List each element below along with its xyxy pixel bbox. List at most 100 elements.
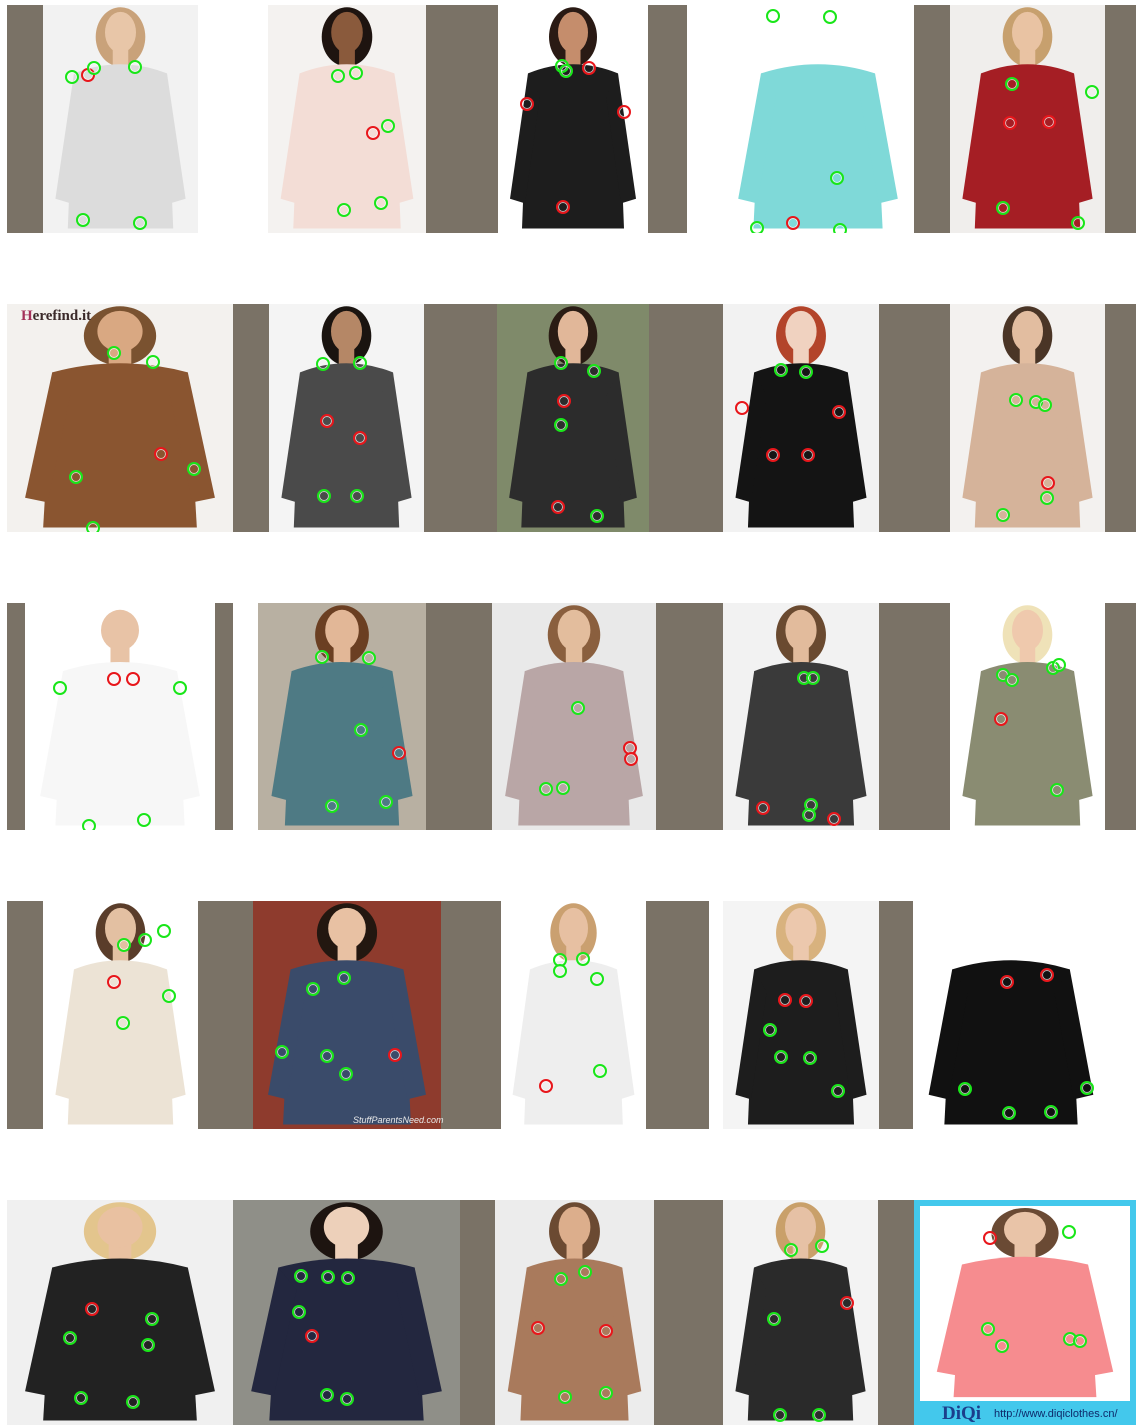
image-tile-r3c5[interactable] [950,603,1136,830]
keypoint-marker-green [292,1305,306,1319]
image-tile-r4c1[interactable] [7,901,253,1129]
keypoint-marker-green [65,70,79,84]
image-tile-r1c4[interactable] [723,5,913,233]
keypoint-marker-green [137,813,151,827]
keypoint-marker-green [74,1391,88,1405]
keypoint-marker-green [337,971,351,985]
image-tile-r2c3[interactable] [497,304,723,532]
keypoint-marker-green [1005,77,1019,91]
keypoint-marker-green [833,223,847,233]
keypoint-marker-green [815,1239,829,1253]
keypoint-marker-red [983,1231,997,1245]
keypoint-marker-green [599,1386,613,1400]
image-tile-r5c1[interactable] [7,1200,233,1425]
keypoint-marker-green [559,64,573,78]
keypoint-marker-green [341,1271,355,1285]
keypoint-marker-red [766,448,780,462]
keypoint-marker-green [995,1339,1009,1353]
keypoint-marker-red [320,414,334,428]
keypoint-marker-green [763,1023,777,1037]
keypoint-marker-red [1040,968,1054,982]
keypoint-marker-green [162,989,176,1003]
keypoint-marker-red [735,401,749,415]
image-tile-r2c4[interactable] [723,304,950,532]
keypoint-marker-green [806,671,820,685]
image-tile-r5c3[interactable] [460,1200,723,1425]
keypoint-marker-green [337,203,351,217]
keypoint-marker-green [590,509,604,523]
garment-photo [7,304,233,532]
keypoint-marker-green [86,521,100,532]
keypoint-marker-green [187,462,201,476]
keypoint-marker-green [146,355,160,369]
garment-photo [950,5,1105,233]
garment-photo [950,304,1105,532]
image-tile-r2c1[interactable]: Herefind.it [7,304,269,532]
diqi-url[interactable]: http://www.diqiclothes.cn/ [994,1408,1118,1420]
keypoint-marker-green [1040,491,1054,505]
keypoint-marker-red [366,126,380,140]
keypoint-marker-green [831,1084,845,1098]
keypoint-marker-red [840,1296,854,1310]
keypoint-marker-red [85,1302,99,1316]
keypoint-marker-red [556,200,570,214]
image-tile-r5c4[interactable] [723,1200,914,1425]
keypoint-marker-green [578,1265,592,1279]
image-tile-r3c1[interactable] [7,603,233,830]
image-tile-r4c2[interactable]: StuffParentsNeed.com [253,901,501,1129]
keypoint-marker-green [802,808,816,822]
keypoint-marker-green [362,651,376,665]
keypoint-marker-red [994,712,1008,726]
image-tile-r3c2[interactable] [258,603,460,830]
keypoint-marker-red [799,994,813,1008]
keypoint-marker-red [353,431,367,445]
diqi-logo: DiQi [942,1403,982,1424]
keypoint-marker-green [593,1064,607,1078]
keypoint-marker-green [173,681,187,695]
keypoint-marker-red [520,97,534,111]
keypoint-marker-green [803,1051,817,1065]
keypoint-marker-red [756,801,770,815]
keypoint-marker-green [316,357,330,371]
image-tile-r1c5[interactable] [914,5,1136,233]
image-tile-r5c5[interactable]: DiQi http://www.diqiclothes.cn/ [914,1200,1136,1425]
image-tile-r3c3[interactable] [460,603,723,830]
keypoint-marker-red [1042,115,1056,129]
image-tile-r1c3[interactable] [498,5,687,233]
keypoint-marker-green [374,196,388,210]
keypoint-marker-green [981,1322,995,1336]
keypoint-marker-green [1062,1225,1076,1239]
keypoint-marker-red [1003,116,1017,130]
keypoint-marker-green [558,1390,572,1404]
garment-photo [723,603,879,830]
keypoint-marker-green [1052,658,1066,672]
garment-photo [920,1206,1130,1401]
image-tile-r2c5[interactable] [950,304,1136,532]
image-tile-r1c1[interactable] [7,5,198,233]
image-tile-r4c4[interactable] [723,901,913,1129]
keypoint-marker-green [1050,783,1064,797]
keypoint-marker-red [305,1329,319,1343]
image-tile-r1c2[interactable] [268,5,499,233]
stuffparents-watermark: StuffParentsNeed.com [353,1115,444,1125]
image-tile-r4c5[interactable] [913,901,1109,1129]
keypoint-marker-red [778,993,792,1007]
keypoint-marker-green [1073,1334,1087,1348]
image-tile-r3c4[interactable] [723,603,950,830]
garment-photo [492,603,656,830]
keypoint-marker-green [1002,1106,1016,1120]
garment-photo [258,603,426,830]
keypoint-marker-red [599,1324,613,1338]
image-tile-r5c2[interactable] [233,1200,460,1425]
keypoint-marker-red [557,394,571,408]
keypoint-marker-green [766,9,780,23]
image-tile-r4c3[interactable] [501,901,709,1129]
keypoint-marker-green [576,952,590,966]
image-tile-r2c2[interactable] [269,304,497,532]
keypoint-marker-green [784,1243,798,1257]
keypoint-marker-red [539,1079,553,1093]
garment-photo [7,1200,233,1425]
keypoint-marker-red [551,500,565,514]
keypoint-marker-green [275,1045,289,1059]
keypoint-marker-red [107,975,121,989]
